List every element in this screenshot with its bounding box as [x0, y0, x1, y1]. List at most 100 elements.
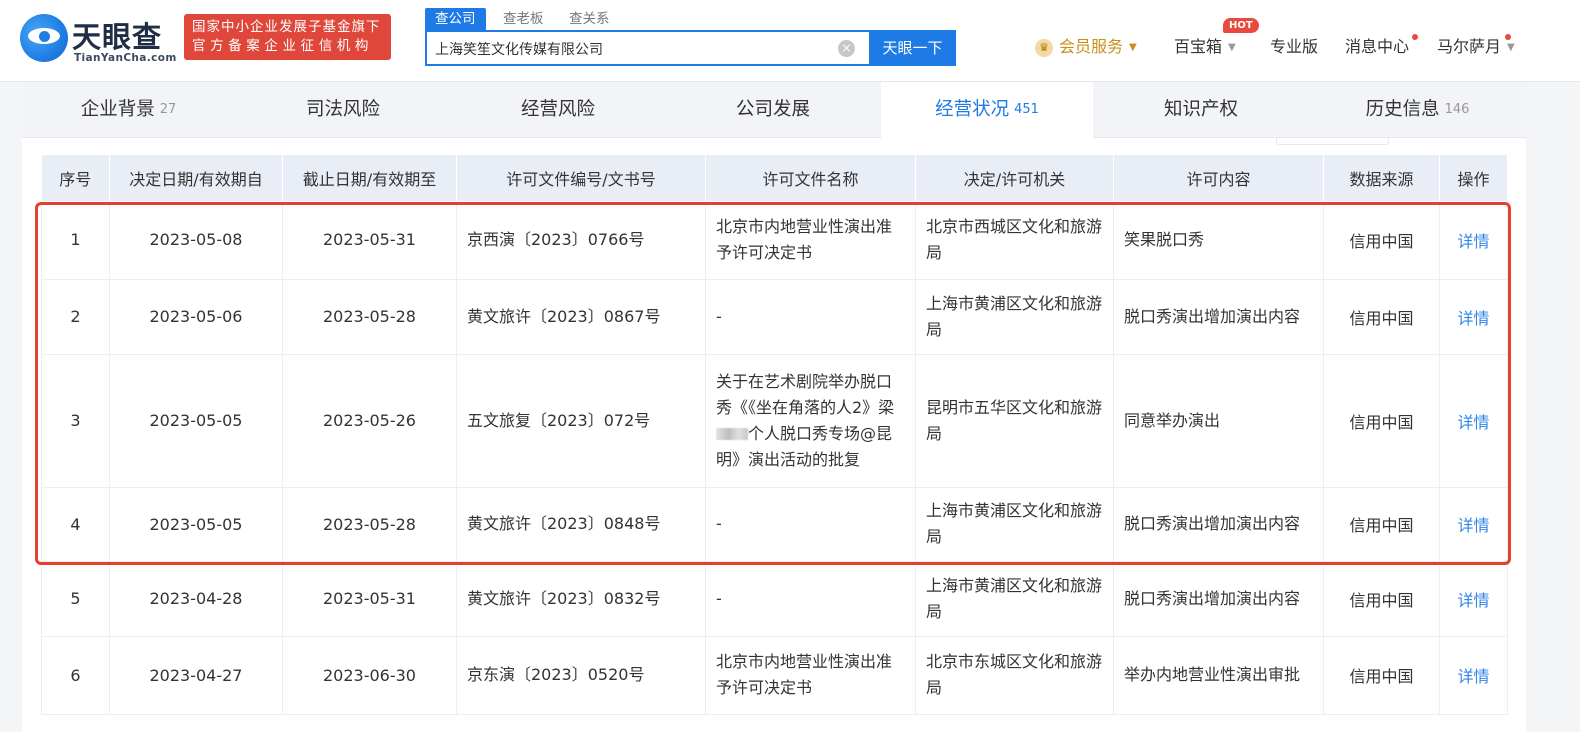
slogan-line-2: 官方备案企业征信机构 [192, 38, 373, 54]
tab-enterprise-background[interactable]: 企业背景 27 [22, 82, 235, 138]
cell-content: 脱口秀演出增加演出内容 [1113, 279, 1324, 355]
top-header: 天眼查 TianYanCha.com 国家中小企业发展子基金旗下 官方备案企业征… [0, 0, 1580, 82]
user-name: 马尔萨月 [1437, 37, 1502, 56]
cell-start-date: 2023-05-05 [109, 354, 283, 488]
message-dot [1412, 34, 1418, 40]
col-header-action: 操作 [1439, 155, 1508, 201]
detail-link[interactable]: 详情 [1439, 354, 1508, 488]
cell-doc-no: 京西演〔2023〕0766号 [456, 201, 706, 280]
detail-link[interactable]: 详情 [1439, 487, 1508, 562]
cell-source: 信用中国 [1323, 279, 1440, 355]
filter-dropdown-edge [1276, 138, 1389, 145]
chevron-down-icon: ▼ [1228, 42, 1236, 53]
search-tab-boss[interactable]: 查老板 [503, 8, 544, 30]
cell-doc-name: 关于在艺术剧院举办脱口秀《《坐在角落的人2》梁个人脱口秀专场@昆明》演出活动的批… [705, 354, 916, 488]
hot-badge: HOT [1223, 18, 1259, 33]
tab-operating-status[interactable]: 经营状况 451 [881, 82, 1093, 138]
col-header-start-date: 决定日期/有效期自 [109, 155, 283, 201]
table-row: 4 2023-05-05 2023-05-28 黄文旅许〔2023〕0848号 … [41, 487, 1508, 562]
cell-authority: 昆明市五华区文化和旅游局 [915, 354, 1114, 488]
cell-content: 笑果脱口秀 [1113, 201, 1324, 280]
slogan-line-1: 国家中小企业发展子基金旗下 [192, 19, 381, 35]
cell-no: 5 [41, 561, 110, 637]
cell-end-date: 2023-05-26 [282, 354, 457, 488]
detail-link[interactable]: 详情 [1439, 201, 1508, 280]
tab-judicial-risk[interactable]: 司法风险 [235, 82, 451, 138]
tab-intellectual-property[interactable]: 知识产权 [1093, 82, 1309, 138]
table-row: 2 2023-05-06 2023-05-28 黄文旅许〔2023〕0867号 … [41, 279, 1508, 355]
cell-start-date: 2023-04-28 [109, 561, 283, 637]
cell-authority: 上海市黄浦区文化和旅游局 [915, 561, 1114, 637]
search-tab-relation[interactable]: 查关系 [569, 8, 610, 30]
cell-content: 举办内地营业性演出审批 [1113, 636, 1324, 715]
cell-doc-name: - [705, 561, 916, 637]
cell-content: 脱口秀演出增加演出内容 [1113, 561, 1324, 637]
clear-icon[interactable]: × [838, 40, 855, 57]
cell-doc-no: 黄文旅许〔2023〕0867号 [456, 279, 706, 355]
redacted-blur [716, 427, 748, 440]
cell-end-date: 2023-06-30 [282, 636, 457, 715]
user-menu[interactable]: 马尔萨月 ▼ [1437, 36, 1515, 58]
cell-authority: 北京市东城区文化和旅游局 [915, 636, 1114, 715]
cell-end-date: 2023-05-28 [282, 279, 457, 355]
toolbox-menu[interactable]: 百宝箱 ▼ [1174, 36, 1236, 58]
tab-operating-risk[interactable]: 经营风险 [451, 82, 665, 138]
col-header-doc-no: 许可文件编号/文书号 [456, 155, 706, 201]
vip-service-menu[interactable]: ♛ 会员服务 ▼ [1035, 36, 1137, 58]
chevron-down-icon: ▼ [1507, 42, 1515, 53]
cell-doc-name: 北京市内地营业性演出准予许可决定书 [705, 636, 916, 715]
cell-no: 2 [41, 279, 110, 355]
tab-history[interactable]: 历史信息 146 [1309, 82, 1526, 138]
search-button[interactable]: 天眼一下 [869, 30, 956, 66]
license-table: 序号 决定日期/有效期自 截止日期/有效期至 许可文件编号/文书号 许可文件名称… [41, 155, 1508, 715]
search-tab-company[interactable]: 查公司 [425, 8, 486, 30]
site-logo[interactable]: 天眼查 TianYanCha.com [20, 12, 180, 64]
table-row: 1 2023-05-08 2023-05-31 京西演〔2023〕0766号 北… [41, 201, 1508, 280]
toolbox-label: 百宝箱 [1174, 37, 1223, 56]
user-dot [1505, 34, 1511, 40]
cell-no: 4 [41, 487, 110, 562]
cell-content: 同意举办演出 [1113, 354, 1324, 488]
logo-domain: TianYanCha.com [74, 52, 177, 64]
cell-source: 信用中国 [1323, 561, 1440, 637]
cell-doc-no: 黄文旅许〔2023〕0832号 [456, 561, 706, 637]
cell-content: 脱口秀演出增加演出内容 [1113, 487, 1324, 562]
search-box: × [425, 30, 870, 66]
pro-version-link[interactable]: 专业版 [1270, 36, 1318, 58]
col-header-doc-name: 许可文件名称 [705, 155, 916, 201]
cell-no: 6 [41, 636, 110, 715]
cell-source: 信用中国 [1323, 487, 1440, 562]
col-header-source: 数据来源 [1323, 155, 1440, 201]
cell-start-date: 2023-05-05 [109, 487, 283, 562]
table-row: 3 2023-05-05 2023-05-26 五文旅复〔2023〕072号 关… [41, 354, 1508, 488]
detail-link[interactable]: 详情 [1439, 636, 1508, 715]
cell-start-date: 2023-04-27 [109, 636, 283, 715]
cell-authority: 北京市西城区文化和旅游局 [915, 201, 1114, 280]
detail-link[interactable]: 详情 [1439, 561, 1508, 637]
table-header-row: 序号 决定日期/有效期自 截止日期/有效期至 许可文件编号/文书号 许可文件名称… [41, 155, 1508, 201]
cell-start-date: 2023-05-06 [109, 279, 283, 355]
detail-link[interactable]: 详情 [1439, 279, 1508, 355]
cell-source: 信用中国 [1323, 636, 1440, 715]
cell-doc-no: 黄文旅许〔2023〕0848号 [456, 487, 706, 562]
col-header-no: 序号 [41, 155, 110, 201]
search-input[interactable] [435, 38, 825, 60]
cell-doc-no: 京东演〔2023〕0520号 [456, 636, 706, 715]
table-row: 6 2023-04-27 2023-06-30 京东演〔2023〕0520号 北… [41, 636, 1508, 715]
content-card: 企业背景 27 司法风险 经营风险 公司发展 经营状况 451 知识产权 历史信息 1… [22, 82, 1526, 732]
cell-no: 1 [41, 201, 110, 280]
table-row: 5 2023-04-28 2023-05-31 黄文旅许〔2023〕0832号 … [41, 561, 1508, 637]
cell-end-date: 2023-05-31 [282, 201, 457, 280]
tab-company-development[interactable]: 公司发展 [665, 82, 881, 138]
cell-authority: 上海市黄浦区文化和旅游局 [915, 279, 1114, 355]
message-center-link[interactable]: 消息中心 [1345, 36, 1409, 58]
cell-doc-name: - [705, 487, 916, 562]
cell-doc-name: 北京市内地营业性演出准予许可决定书 [705, 201, 916, 280]
cell-doc-no: 五文旅复〔2023〕072号 [456, 354, 706, 488]
cell-source: 信用中国 [1323, 201, 1440, 280]
cell-doc-name: - [705, 279, 916, 355]
cell-source: 信用中国 [1323, 354, 1440, 488]
cell-authority: 上海市黄浦区文化和旅游局 [915, 487, 1114, 562]
logo-text: 天眼查 [72, 20, 163, 54]
vip-label: 会员服务 [1059, 37, 1124, 56]
